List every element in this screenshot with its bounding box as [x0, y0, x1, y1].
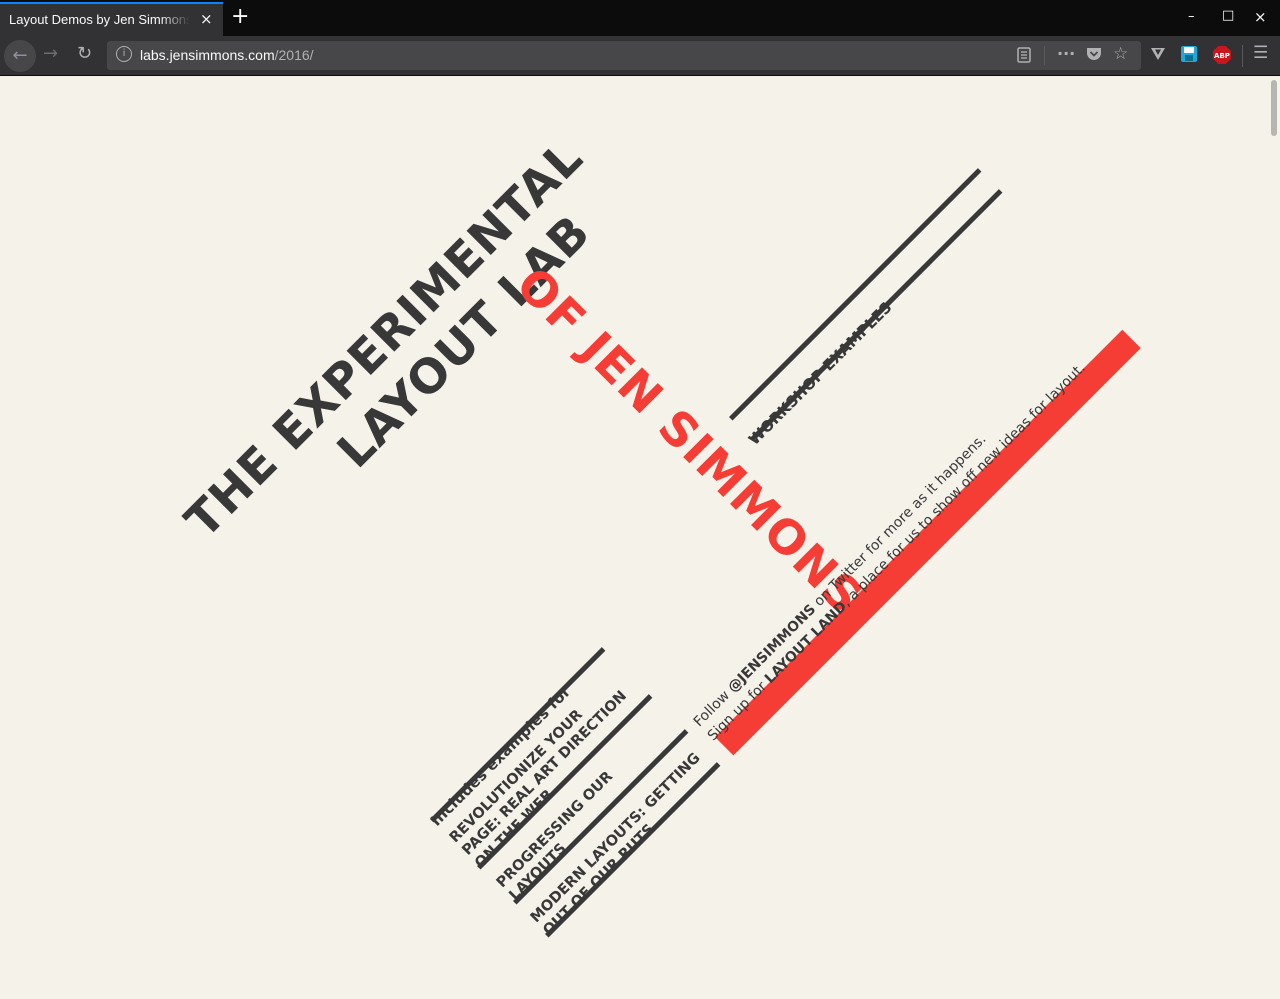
back-icon[interactable]: ← [4, 40, 36, 72]
tab-active[interactable]: Layout Demos by Jen Simmons × [0, 2, 223, 36]
bookmark-star-icon[interactable]: ☆ [1113, 44, 1128, 64]
scrollbar-thumb[interactable] [1271, 80, 1277, 136]
url-text[interactable]: labs.jensimmons.com/2016/ [140, 47, 314, 63]
tab-title-fade [160, 4, 190, 34]
workshop-rule-top [729, 168, 982, 421]
minimize-icon[interactable]: – [1188, 9, 1195, 24]
maximize-icon[interactable]: □ [1222, 8, 1234, 23]
toolbar-divider [1242, 45, 1243, 67]
browser-chrome: Layout Demos by Jen Simmons × + – □ × ← … [0, 0, 1280, 76]
new-tab-icon[interactable]: + [231, 4, 249, 29]
url-bar-divider [1044, 46, 1045, 65]
workshop-examples-link[interactable]: WORKSHOP EXAMPLES [745, 298, 895, 448]
url-host: labs.jensimmons.com [140, 47, 275, 63]
tab-bar: Layout Demos by Jen Simmons × + – □ × [0, 0, 1280, 36]
navigation-toolbar: ← → ↻ i labs.jensimmons.com/2016/ ··· ☆ … [0, 36, 1280, 76]
tab-close-icon[interactable]: × [200, 10, 213, 28]
forward-icon[interactable]: → [43, 43, 58, 64]
signup-suffix: , a place for us to show off new ideas f… [838, 360, 1089, 610]
title-line-1: THE EXPERIMENTAL [175, 130, 594, 549]
title-line-3: OF JEN SIMMONS [505, 257, 874, 626]
page-actions-icon[interactable]: ··· [1057, 44, 1075, 63]
save-extension-icon[interactable] [1181, 46, 1197, 66]
window-close-icon[interactable]: × [1254, 8, 1267, 26]
url-bar[interactable]: i labs.jensimmons.com/2016/ ··· ☆ [107, 41, 1141, 70]
adblock-plus-icon[interactable]: ABP [1213, 46, 1231, 68]
reload-icon[interactable]: ↻ [77, 43, 92, 64]
vivaldi-extension-icon[interactable] [1150, 46, 1166, 65]
scrollbar-track[interactable] [1268, 76, 1280, 999]
adblock-plus-label: ABP [1214, 52, 1230, 60]
site-info-icon[interactable]: i [116, 46, 132, 62]
page-content: THE EXPERIMENTAL LAYOUT LAB OF JEN SIMMO… [0, 76, 1268, 999]
menu-icon[interactable]: ☰ [1253, 43, 1268, 63]
reader-view-icon[interactable] [1017, 47, 1031, 67]
pocket-icon[interactable] [1086, 47, 1102, 66]
url-path: /2016/ [274, 47, 314, 63]
